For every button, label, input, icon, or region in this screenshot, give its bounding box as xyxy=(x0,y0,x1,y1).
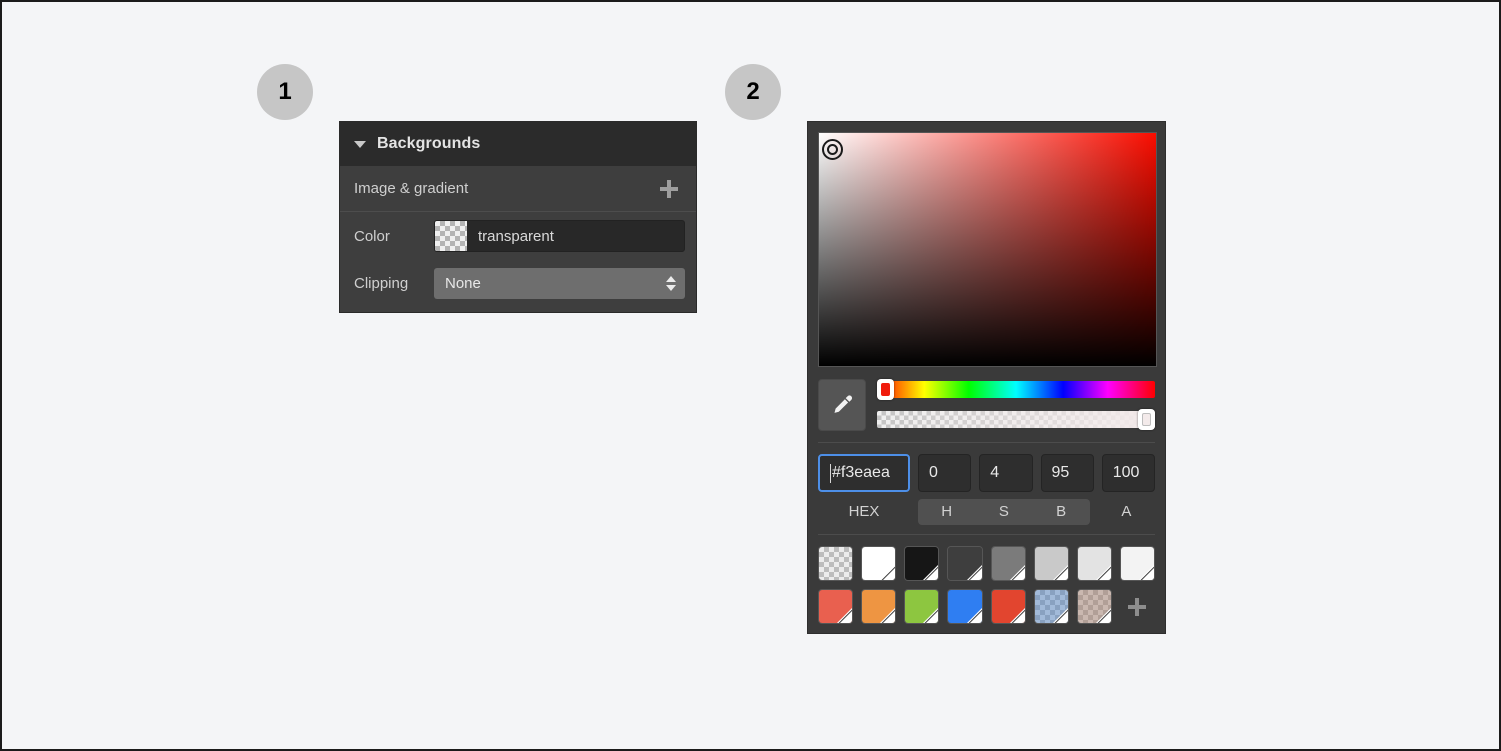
swatch-black[interactable] xyxy=(904,546,939,581)
image-gradient-row: Image & gradient xyxy=(340,166,696,212)
value-labels-row: HEX H S B A xyxy=(818,499,1155,525)
swatch-white[interactable] xyxy=(861,546,896,581)
step-badge-1: 1 xyxy=(257,64,313,120)
swatch-divider xyxy=(818,534,1155,535)
hex-input[interactable]: #f3eaea xyxy=(818,454,910,492)
swatch-mid-gray[interactable] xyxy=(991,546,1026,581)
text-caret xyxy=(830,464,831,483)
swatch-grid xyxy=(818,546,1155,624)
swatch-light-gray[interactable] xyxy=(1034,546,1069,581)
swatch-blue[interactable] xyxy=(947,589,982,624)
brightness-input[interactable]: 95 xyxy=(1041,454,1094,492)
image-gradient-label: Image & gradient xyxy=(354,180,468,197)
checkerboard-transparent-swatch[interactable] xyxy=(435,221,467,251)
hue-input-value: 0 xyxy=(929,464,938,482)
backgrounds-panel: Backgrounds Image & gradient Color trans… xyxy=(339,121,697,313)
plus-icon[interactable] xyxy=(660,180,678,198)
hue-input[interactable]: 0 xyxy=(918,454,971,492)
clipping-value: None xyxy=(445,275,481,292)
clipping-label: Clipping xyxy=(354,275,434,292)
alpha-corner-indicator xyxy=(967,565,982,580)
alpha-corner-indicator xyxy=(967,608,982,623)
hue-slider-handle[interactable] xyxy=(877,379,894,400)
hsb-label-group: H S B xyxy=(918,499,1090,525)
panel-title: Backgrounds xyxy=(377,135,480,153)
brightness-input-value: 95 xyxy=(1052,464,1070,482)
swatch-orange[interactable] xyxy=(861,589,896,624)
clipping-row: Clipping None xyxy=(340,260,696,312)
hue-slider[interactable] xyxy=(877,381,1155,398)
swatch-translucent-tan[interactable] xyxy=(1077,589,1112,624)
color-row: Color transparent xyxy=(340,212,696,260)
saturation-label[interactable]: S xyxy=(975,499,1032,525)
backgrounds-panel-header[interactable]: Backgrounds xyxy=(340,122,696,166)
swatch-translucent-blue[interactable] xyxy=(1034,589,1069,624)
alpha-input[interactable]: 100 xyxy=(1102,454,1155,492)
eyedropper-icon xyxy=(829,392,855,418)
triangle-down-icon[interactable] xyxy=(354,141,366,148)
step-badge-2: 2 xyxy=(725,64,781,120)
step-badge-2-number: 2 xyxy=(746,78,759,106)
divider xyxy=(818,442,1155,443)
swatch-dark-gray[interactable] xyxy=(947,546,982,581)
step-badge-1-number: 1 xyxy=(278,78,291,106)
hex-label[interactable]: HEX xyxy=(818,499,910,525)
swatch-salmon[interactable] xyxy=(818,589,853,624)
saturation-input[interactable]: 4 xyxy=(979,454,1032,492)
swatch-near-white[interactable] xyxy=(1120,546,1155,581)
color-value: transparent xyxy=(467,228,554,245)
add-swatch-button[interactable] xyxy=(1120,589,1155,624)
brightness-label[interactable]: B xyxy=(1033,499,1090,525)
color-input[interactable]: transparent xyxy=(434,220,685,252)
swatch-green[interactable] xyxy=(904,589,939,624)
saturation-input-value: 4 xyxy=(990,464,999,482)
color-picker-panel: #f3eaea 0 4 95 100 HEX H S B A xyxy=(807,121,1166,634)
up-down-chevron-icon[interactable] xyxy=(666,276,676,291)
color-label: Color xyxy=(354,228,434,245)
eyedropper-button[interactable] xyxy=(818,379,866,431)
value-inputs-row: #f3eaea 0 4 95 100 xyxy=(818,454,1155,492)
alpha-label[interactable]: A xyxy=(1098,499,1155,525)
swatch-lighter-gray[interactable] xyxy=(1077,546,1112,581)
swatch-red[interactable] xyxy=(991,589,1026,624)
hue-label[interactable]: H xyxy=(918,499,975,525)
clipping-select[interactable]: None xyxy=(434,268,685,299)
ring-cursor-icon[interactable] xyxy=(822,139,843,160)
alpha-slider-handle[interactable] xyxy=(1138,409,1155,430)
hex-input-value: #f3eaea xyxy=(832,464,890,482)
swatch-transparent[interactable] xyxy=(818,546,853,581)
plus-icon xyxy=(1128,598,1146,616)
alpha-slider[interactable] xyxy=(877,411,1155,428)
slider-block xyxy=(818,379,1155,431)
saturation-value-field[interactable] xyxy=(818,132,1157,367)
checkerboard-backdrop xyxy=(819,547,852,580)
alpha-input-value: 100 xyxy=(1113,464,1140,482)
